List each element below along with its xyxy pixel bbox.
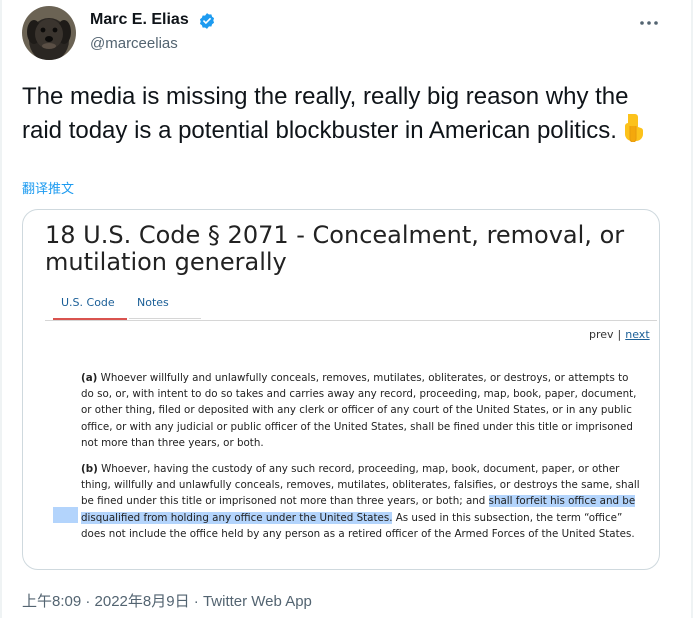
more-options-icon[interactable]: [638, 14, 660, 32]
author-handle[interactable]: @marceelias: [90, 35, 178, 52]
tweet-date[interactable]: 2022年8月9日: [95, 593, 190, 610]
backhand-index-pointing-down-icon: [620, 112, 646, 150]
subsection-a-marker: (a): [81, 372, 98, 384]
tweet-text: The media is missing the really, really …: [22, 81, 662, 150]
translate-tweet-link[interactable]: 翻译推文: [22, 178, 74, 197]
next-link[interactable]: next: [625, 328, 649, 341]
tweet-source[interactable]: Twitter Web App: [203, 593, 312, 610]
tweet-time[interactable]: 上午8:09 ·: [22, 593, 90, 610]
code-title: 18 U.S. Code § 2071 - Concealment, remov…: [45, 221, 625, 276]
subsection-b-marker: (b): [81, 463, 98, 475]
dog-avatar-icon: [22, 6, 76, 60]
tab-underline: [129, 318, 201, 319]
tab-active-indicator: [53, 318, 127, 320]
author-name[interactable]: Marc E. Elias: [90, 11, 189, 29]
verified-badge-icon: [199, 13, 215, 29]
prev-link[interactable]: prev: [589, 328, 614, 341]
embedded-image-card[interactable]: 18 U.S. Code § 2071 - Concealment, remov…: [22, 209, 660, 570]
avatar[interactable]: [22, 6, 76, 60]
meta-separator-2: ·: [193, 593, 199, 610]
left-border: [0, 0, 2, 618]
tweet-text-content: The media is missing the really, really …: [22, 83, 629, 144]
tweet-metadata: 上午8:09 · 2022年8月9日 · Twitter Web App: [22, 590, 312, 611]
pager-separator: |: [617, 328, 622, 341]
subsection-a-text: Whoever willfully and unlawfully conceal…: [81, 372, 637, 449]
pager: prev | next: [589, 328, 650, 341]
subsection-a: (a) Whoever willfully and unlawfully con…: [81, 370, 641, 451]
tab-us-code[interactable]: U.S. Code: [61, 296, 115, 309]
tab-notes[interactable]: Notes: [137, 296, 169, 309]
tab-bar: U.S. Code Notes: [45, 282, 657, 321]
subsection-b: (b) Whoever, having the custody of any s…: [81, 461, 641, 542]
highlight-extension: [53, 507, 78, 523]
